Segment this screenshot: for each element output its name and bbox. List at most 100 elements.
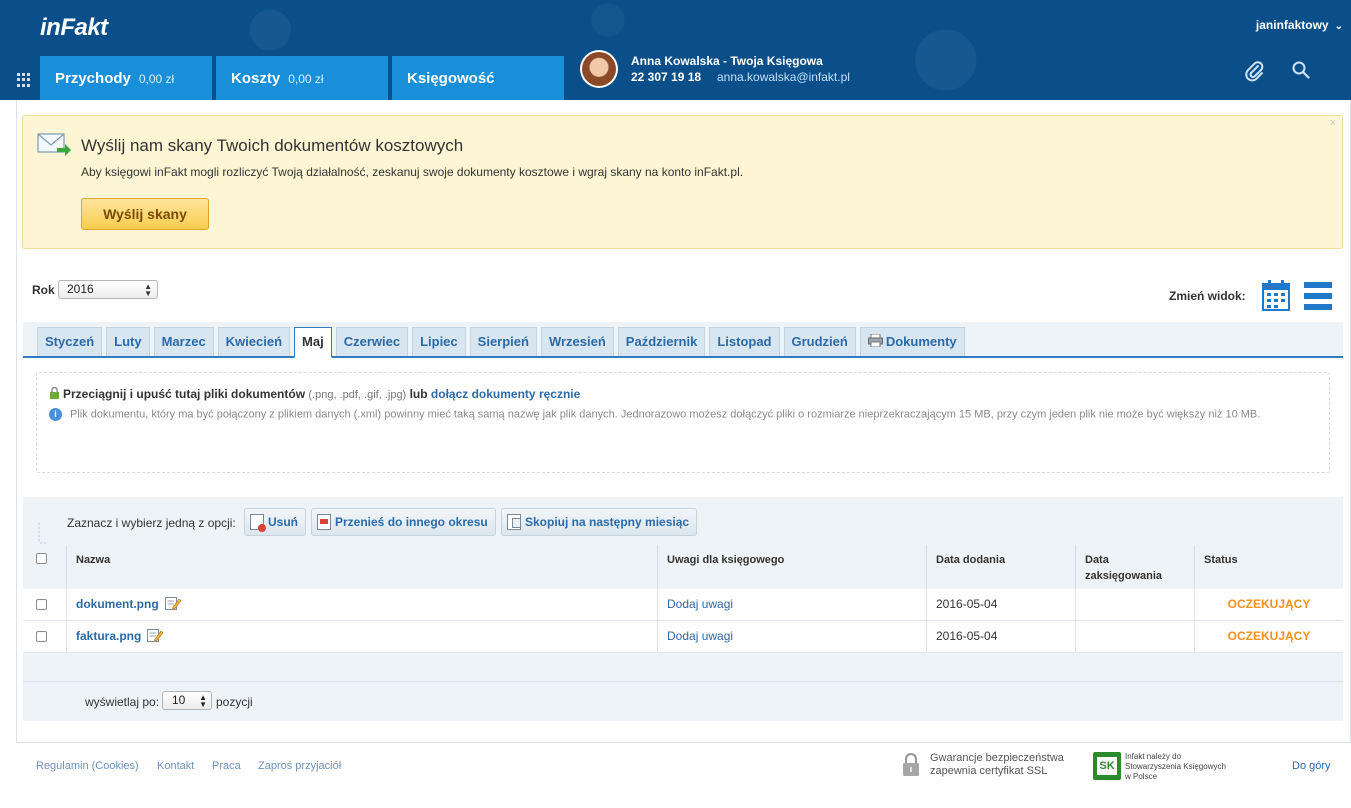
add-notes-link[interactable]: Dodaj uwagi (667, 629, 733, 643)
nav-ksiegowosc[interactable]: Księgowość (392, 56, 564, 100)
delete-doc-icon (250, 514, 266, 532)
accountant-name: Anna Kowalska - Twoja Księgowa (631, 54, 823, 68)
tab-pazdziernik[interactable]: Październik (617, 327, 706, 356)
tab-czerwiec[interactable]: Czerwiec (335, 327, 409, 356)
accountant-email-link[interactable]: anna.kowalska@infakt.pl (717, 70, 850, 84)
ssl-guarantee-text: Gwarancje bezpieczeństwa zapewnia certyf… (930, 752, 1064, 778)
file-dropzone[interactable]: Przeciągnij i upuść tutaj pliki dokument… (36, 372, 1330, 473)
tab-wrzesien[interactable]: Wrzesień (540, 327, 614, 356)
search-icon[interactable] (1292, 61, 1310, 79)
calendar-view-icon[interactable] (1262, 280, 1290, 311)
nav-amount: 0,00 zł (288, 72, 324, 86)
nav-label: Księgowość (407, 70, 495, 87)
per-page-value: 10 (172, 693, 186, 707)
change-view-label: Zmień widok: (1169, 289, 1246, 303)
table-row: faktura.png Dodaj uwagi 2016-05-04 OCZEK… (23, 621, 1343, 653)
header-status: Status (1194, 545, 1343, 589)
close-icon[interactable]: × (1330, 117, 1336, 129)
date-added-cell: 2016-05-04 (926, 589, 1075, 621)
month-tabs-area: Przeciągnij i upuść tutaj pliki dokument… (23, 322, 1343, 497)
apps-grid-icon[interactable] (17, 73, 31, 87)
lock-icon (903, 753, 919, 776)
list-view-icon[interactable] (1304, 282, 1332, 310)
ski-logo[interactable]: SK (1093, 752, 1121, 780)
nav-przychody[interactable]: Przychody 0,00 zł (40, 56, 212, 100)
dropzone-extensions: (.png, .pdf, .gif, .jpg) (308, 389, 407, 401)
year-select[interactable]: 2016 ▲ ▼ (58, 280, 158, 299)
row-checkbox[interactable] (36, 631, 47, 642)
ski-line-2: Stowarzyszenia Księgowych (1125, 762, 1226, 771)
table-row: dokument.png Dodaj uwagi 2016-05-04 OCZE… (23, 589, 1343, 621)
back-to-top-link[interactable]: Do góry (1292, 760, 1331, 772)
tab-marzec[interactable]: Marzec (153, 327, 214, 356)
header-date-added[interactable]: Data dodania (926, 545, 1075, 589)
tab-grudzien[interactable]: Grudzień (783, 327, 856, 356)
notice-text: Aby księgowi inFakt mogli rozliczyć Twoj… (81, 165, 744, 179)
dropzone-main-text: Przeciągnij i upuść tutaj pliki dokument… (63, 387, 306, 401)
ski-logo-text: SK (1097, 757, 1117, 775)
tab-luty[interactable]: Luty (106, 327, 150, 356)
ssl-line-2: zapewnia certyfikat SSL (930, 765, 1048, 777)
row-select-cell (23, 589, 66, 621)
copy-label: Skopiuj na następny miesiąc (525, 515, 690, 529)
name-cell: faktura.png (66, 621, 657, 653)
file-name-link[interactable]: dokument.png (76, 597, 159, 611)
move-doc-icon (317, 514, 331, 530)
move-label: Przenieś do innego okresu (335, 515, 488, 529)
tab-panel: Przeciągnij i upuść tutaj pliki dokument… (23, 358, 1343, 497)
ssl-line-1: Gwarancje bezpieczeństwa (930, 752, 1064, 764)
per-page-suffix: pozycji (216, 695, 253, 709)
documents-table: Nazwa Uwagi dla księgowego Data dodania … (23, 545, 1343, 653)
year-value: 2016 (67, 282, 94, 296)
attach-manually-link[interactable]: dołącz dokumenty ręcznie (431, 387, 580, 401)
dropzone-or: lub (409, 387, 428, 401)
tab-maj[interactable]: Maj (294, 327, 332, 358)
send-scans-button[interactable]: Wyślij skany (81, 198, 209, 230)
scan-notice: × Wyślij nam skany Twoich dokumentów kos… (22, 115, 1343, 249)
date-booked-cell (1075, 621, 1194, 653)
file-name-link[interactable]: faktura.png (76, 629, 141, 643)
accountant-phone: 22 307 19 18 (631, 70, 702, 84)
delete-button[interactable]: Usuń (244, 508, 306, 536)
date-added-cell: 2016-05-04 (926, 621, 1075, 653)
nav-koszty[interactable]: Koszty 0,00 zł (216, 56, 388, 100)
tab-sierpien[interactable]: Sierpień (469, 327, 537, 356)
printer-icon (867, 333, 883, 348)
infakt-logo[interactable]: inFakt (40, 14, 108, 42)
chevron-down-icon: ⌄ (1334, 21, 1343, 32)
footer-link-terms[interactable]: Regulamin (Cookies) (36, 760, 139, 772)
tab-label: Dokumenty (885, 334, 957, 349)
row-select-cell (23, 621, 66, 653)
info-icon: i (49, 408, 62, 421)
footer-link-invite[interactable]: Zaproś przyjaciół (258, 760, 341, 772)
copy-next-month-button[interactable]: Skopiuj na następny miesiąc (501, 508, 698, 536)
tab-lipiec[interactable]: Lipiec (412, 327, 466, 356)
per-page-label: wyświetlaj po: (85, 695, 160, 709)
dropzone-info: i Plik dokumentu, który ma być połączony … (49, 408, 1260, 421)
footer-link-contact[interactable]: Kontakt (157, 760, 194, 772)
nav-amount: 0,00 zł (138, 72, 175, 86)
tab-styczen[interactable]: Styczeń (37, 327, 103, 356)
envelope-icon (37, 133, 71, 156)
accountant-avatar (580, 50, 618, 88)
notes-cell: Dodaj uwagi (657, 589, 926, 621)
tab-dokumenty[interactable]: Dokumenty (859, 327, 965, 356)
header-name[interactable]: Nazwa (66, 545, 657, 589)
nav-label: Przychody (55, 70, 131, 87)
tab-listopad[interactable]: Listopad (709, 327, 780, 356)
row-checkbox[interactable] (36, 599, 47, 610)
select-all-checkbox[interactable] (36, 553, 47, 564)
move-period-button[interactable]: Przenieś do innego okresu (311, 508, 496, 536)
delete-label: Usuń (268, 515, 298, 529)
month-tab-row: Styczeń Luty Marzec Kwiecień Maj Czerwie… (37, 327, 965, 358)
edit-icon[interactable] (147, 628, 164, 642)
add-notes-link[interactable]: Dodaj uwagi (667, 597, 733, 611)
per-page-select[interactable]: 10 ▲ ▼ (162, 691, 212, 710)
tab-kwiecien[interactable]: Kwiecień (217, 327, 291, 356)
ski-membership-text: Infakt należy do Stowarzyszenia Księgowy… (1125, 752, 1226, 782)
paperclip-icon[interactable] (1243, 60, 1265, 82)
edit-icon[interactable] (164, 596, 181, 610)
user-menu[interactable]: janinfaktowy ⌄ (1256, 18, 1343, 32)
footer-link-jobs[interactable]: Praca (212, 760, 241, 772)
notice-title: Wyślij nam skany Twoich dokumentów koszt… (81, 136, 464, 155)
